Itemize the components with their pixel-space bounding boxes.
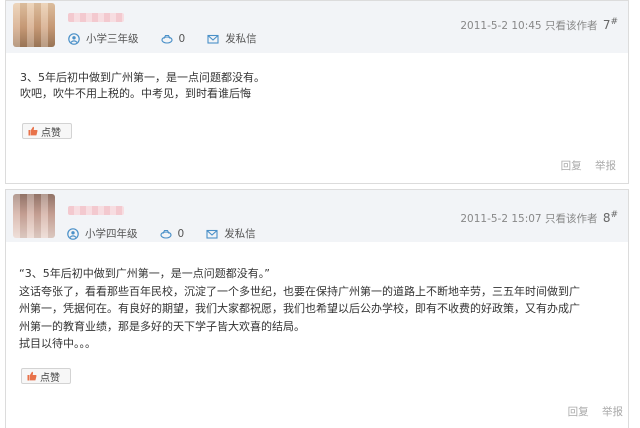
post-content: 3、5年后初中做到广州第一，是一点问题都没有。 吹吧，吹牛不用上税的。中考见，到… bbox=[20, 70, 618, 102]
report-link[interactable]: 举报 bbox=[595, 160, 616, 172]
content-line: 吹吧，吹牛不用上税的。中考见，到时看谁后悔 bbox=[20, 87, 251, 100]
envelope-icon bbox=[207, 33, 219, 45]
send-message-link[interactable]: 发私信 bbox=[206, 226, 256, 241]
content-line: 3、5年后初中做到广州第一，是一点问题都没有。 bbox=[20, 71, 265, 84]
post-time: 2011-5-2 10:45 只看该作者 7# bbox=[460, 17, 618, 33]
reply-link[interactable]: 回复 bbox=[568, 406, 589, 418]
thumbs-up-icon bbox=[27, 371, 37, 381]
envelope-icon bbox=[206, 228, 218, 240]
grade-label: 小学三年级 bbox=[86, 33, 139, 45]
user-icon bbox=[67, 227, 79, 240]
post-card: 小学三年级 0 发私信 2011-5-2 10:45 只看该作者 7# 3、5年… bbox=[5, 0, 629, 184]
content-line: 拭目以待中。。。 bbox=[19, 337, 96, 350]
send-message-link[interactable]: 发私信 bbox=[207, 31, 257, 46]
coin-icon bbox=[160, 33, 173, 45]
reply-link[interactable]: 回复 bbox=[561, 160, 582, 172]
avatar[interactable] bbox=[13, 194, 55, 238]
user-icon bbox=[68, 32, 80, 45]
like-label: 点赞 bbox=[40, 372, 60, 384]
content-line: “3、5年后初中做到广州第一，是一点问题都没有。” bbox=[19, 267, 270, 280]
avatar[interactable] bbox=[13, 3, 55, 47]
send-message-label: 发私信 bbox=[225, 33, 257, 45]
content-line: 这话夸张了，看看那些百年民校，沉淀了一个多世纪，也要在保持广州第一的道路上不断地… bbox=[19, 284, 580, 298]
post-actions: 回复 举报 bbox=[551, 158, 616, 173]
coin-icon bbox=[159, 228, 172, 240]
only-author-link[interactable]: 只看该作者 bbox=[545, 20, 598, 32]
user-meta: 小学四年级 0 发私信 bbox=[67, 226, 278, 241]
coin-count: 0 bbox=[177, 227, 185, 240]
content-line: 州第一的教育业绩，那是多好的天下学子皆大欢喜的结局。 bbox=[19, 319, 305, 333]
timestamp: 2011-5-2 15:07 bbox=[460, 213, 542, 225]
like-button[interactable]: 点赞 bbox=[22, 123, 72, 139]
like-button[interactable]: 点赞 bbox=[21, 368, 71, 384]
content-line: 州第一，凭据何在。有良好的期望，我们大家都祝愿，我们也希望以后公办学校，即有不收… bbox=[19, 302, 580, 315]
post-time: 2011-5-2 15:07 只看该作者 8# bbox=[460, 210, 618, 226]
coin-count: 0 bbox=[178, 32, 186, 45]
report-link[interactable]: 举报 bbox=[602, 406, 623, 418]
only-author-link[interactable]: 只看该作者 bbox=[545, 213, 598, 225]
coins-item: 0 bbox=[159, 227, 185, 240]
grade-item: 小学四年级 bbox=[67, 226, 138, 241]
coins-item: 0 bbox=[160, 32, 186, 45]
grade-item: 小学三年级 bbox=[68, 31, 139, 46]
like-label: 点赞 bbox=[41, 127, 61, 139]
post-content: “3、5年后初中做到广州第一，是一点问题都没有。” 这话夸张了，看看那些百年民校… bbox=[19, 265, 630, 353]
grade-label: 小学四年级 bbox=[85, 228, 138, 240]
post-actions: 回复 举报 bbox=[568, 404, 623, 419]
post-header: 小学三年级 0 发私信 2011-5-2 10:45 只看该作者 7# bbox=[6, 1, 628, 53]
timestamp: 2011-5-2 10:45 bbox=[460, 20, 542, 32]
floor-number: 7# bbox=[602, 17, 618, 32]
username-blurred[interactable] bbox=[68, 13, 124, 22]
thumbs-up-icon bbox=[28, 126, 38, 136]
send-message-label: 发私信 bbox=[224, 228, 256, 240]
username-blurred[interactable] bbox=[68, 206, 124, 215]
user-meta: 小学三年级 0 发私信 bbox=[68, 31, 279, 46]
floor-number: 8# bbox=[602, 210, 618, 225]
